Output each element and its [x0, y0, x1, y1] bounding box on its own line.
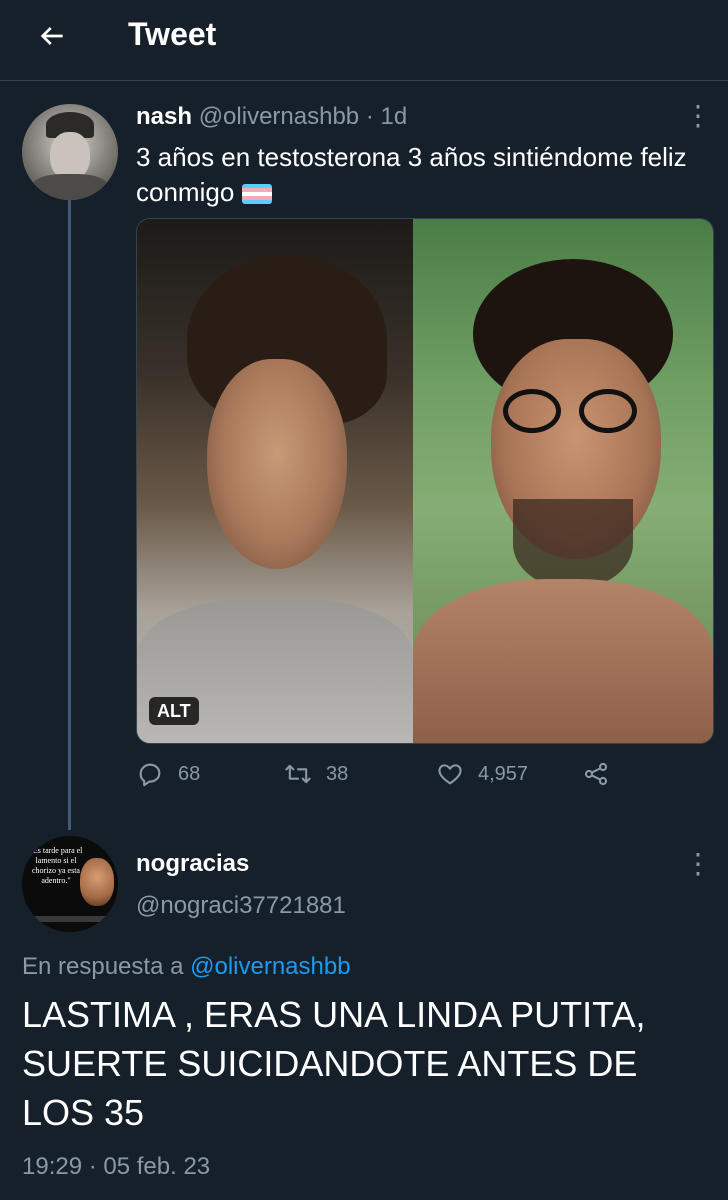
tweet-text: 3 años en testosterona 3 años sintiéndom… [136, 140, 706, 210]
share-button[interactable] [582, 760, 624, 788]
reply-icon [139, 763, 161, 787]
tweet-author-line: nash @olivernashbb · 1d [136, 101, 407, 133]
tweet-media[interactable]: ALT [136, 218, 714, 744]
reply-context: En respuesta a @olivernashbb [22, 950, 351, 984]
alt-text-badge[interactable]: ALT [149, 697, 199, 725]
like-button[interactable]: 4,957 [436, 760, 528, 788]
reply-button[interactable]: 68 [136, 760, 200, 788]
arrow-left-icon [40, 27, 63, 45]
reply-count: 68 [178, 762, 201, 785]
reply-to-prefix: En respuesta a [22, 953, 184, 980]
author-name[interactable]: nash [136, 103, 192, 130]
reply-text: LASTIMA , ERAS UNA LINDA PUTITA, SUERTE … [22, 994, 646, 1133]
reply-timestamp[interactable]: 19:29 · 05 feb. 23 [22, 1150, 210, 1184]
page-title: Tweet [128, 16, 217, 52]
author-avatar[interactable] [22, 104, 118, 200]
retweet-count: 38 [326, 762, 349, 785]
tweet-time[interactable]: · 1d [366, 103, 407, 130]
media-photo-before[interactable] [137, 219, 413, 743]
reply-to-mention[interactable]: @olivernashbb [190, 953, 350, 980]
back-button[interactable] [30, 14, 74, 58]
reply-author-name[interactable]: nogracias [136, 848, 249, 880]
author-handle[interactable]: @olivernashbb [199, 103, 359, 130]
top-bar: Tweet [0, 0, 728, 81]
tweet-body: 3 años en testosterona 3 años sintiéndom… [136, 142, 687, 207]
retweet-button[interactable]: 38 [284, 760, 348, 788]
avatar-meme-text: "Es tarde para el lamento si el chorizo … [29, 846, 83, 885]
media-photo-after[interactable] [413, 219, 713, 743]
thread-connector-line [68, 200, 71, 830]
retweet-icon [285, 764, 311, 784]
heart-icon [438, 764, 462, 785]
like-count: 4,957 [478, 762, 529, 785]
reply-author-handle[interactable]: @nograci37721881 [136, 890, 346, 922]
reply-more-options-icon[interactable]: ⋮ [684, 848, 712, 880]
transgender-flag-icon [242, 184, 273, 204]
reply-author-avatar[interactable]: "Es tarde para el lamento si el chorizo … [22, 836, 118, 932]
more-options-icon[interactable]: ⋮ [684, 100, 712, 132]
tweet-actions: 68 38 4,957 [136, 760, 712, 796]
share-icon [584, 762, 608, 786]
